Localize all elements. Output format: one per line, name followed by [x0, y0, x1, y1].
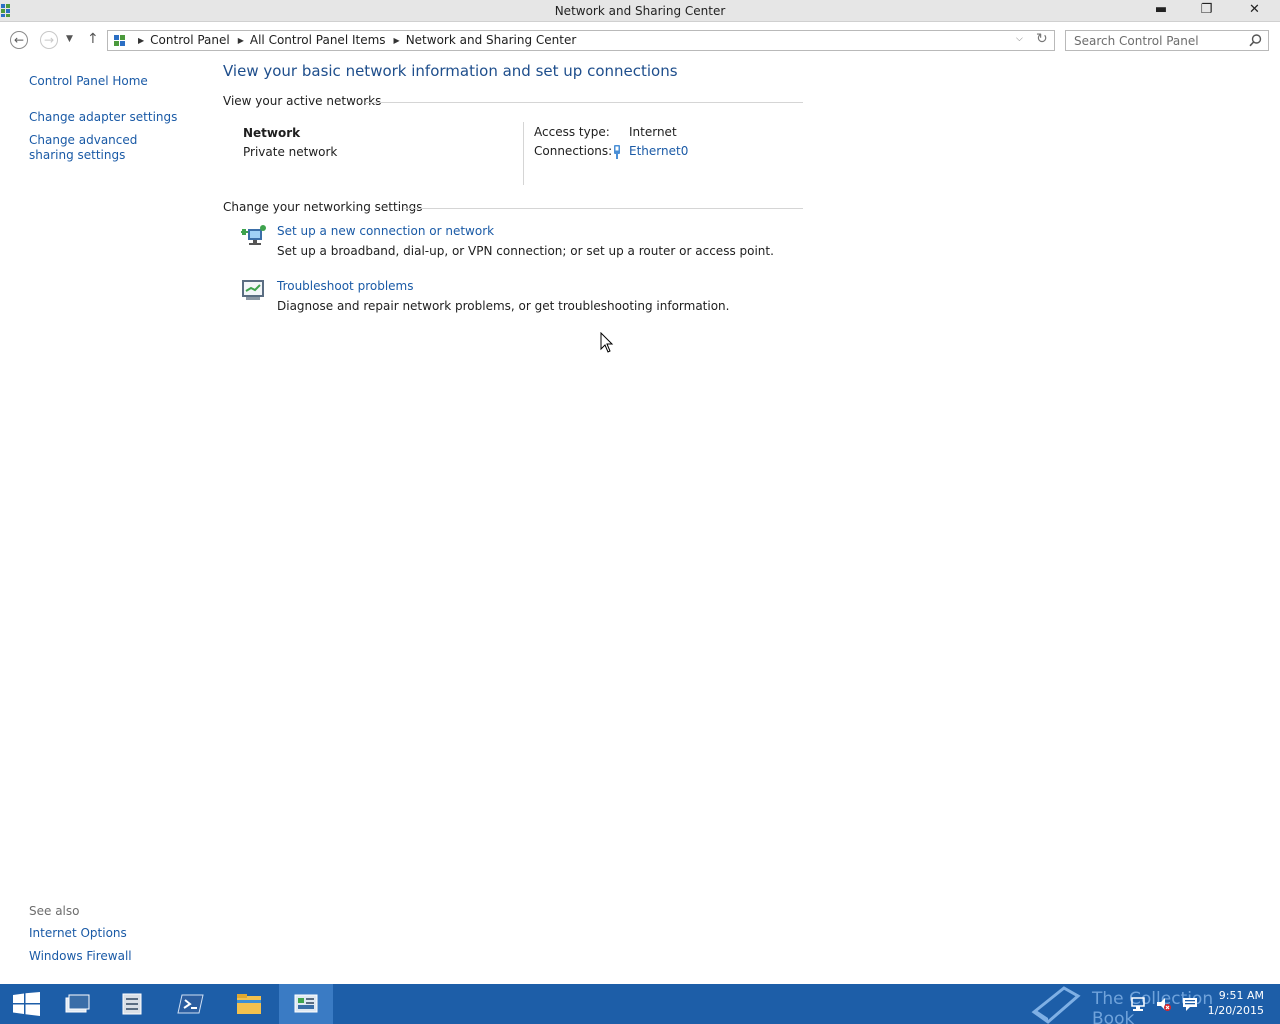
- minimize-button[interactable]: ▬: [1138, 0, 1184, 20]
- task-troubleshoot: Troubleshoot problems Diagnose and repai…: [223, 275, 803, 330]
- speaker-muted-icon[interactable]: [1156, 996, 1172, 1012]
- taskbar-task-view[interactable]: [50, 984, 104, 1024]
- control-panel-home-link[interactable]: Control Panel Home: [29, 74, 199, 89]
- ethernet-icon: [614, 145, 620, 159]
- taskbar-server-manager[interactable]: [106, 984, 160, 1024]
- new-connection-icon: [241, 225, 266, 245]
- address-history-dropdown[interactable]: ⌵: [1016, 34, 1023, 44]
- server-manager-icon: [122, 993, 142, 1015]
- action-center-icon[interactable]: [1182, 996, 1198, 1012]
- clock-date: 1/20/2015: [1207, 1004, 1264, 1017]
- network-icon[interactable]: [1130, 996, 1146, 1012]
- restore-icon: ❐: [1200, 2, 1213, 17]
- clock-time: 9:51 AM: [1218, 989, 1264, 1002]
- folder-icon: [237, 994, 261, 1014]
- internet-options-link[interactable]: Internet Options: [29, 926, 199, 941]
- close-icon: ✕: [1249, 2, 1260, 17]
- left-pane: Control Panel Home Change adapter settin…: [29, 74, 199, 163]
- book-icon: [1031, 986, 1081, 1024]
- main-content: View your basic network information and …: [223, 62, 803, 330]
- access-type-value: Internet: [629, 125, 677, 139]
- system-clock[interactable]: 9:51 AM 1/20/2015: [1208, 988, 1264, 1018]
- breadcrumb-network-sharing[interactable]: Network and Sharing Center: [406, 33, 577, 47]
- chevron-right-icon[interactable]: ▶: [138, 36, 144, 45]
- powershell-icon: [177, 994, 204, 1014]
- windows-firewall-link[interactable]: Windows Firewall: [29, 949, 199, 964]
- windows-logo-icon: [13, 992, 40, 1016]
- search-box: [1065, 30, 1269, 51]
- divider: [365, 102, 803, 103]
- taskbar: The Collection Book 9:51 AM 1/20/2015: [0, 984, 1280, 1024]
- chevron-right-icon[interactable]: ▶: [394, 36, 400, 45]
- network-name: Network: [243, 126, 301, 140]
- see-also-section: See also Internet Options Windows Firewa…: [29, 904, 199, 964]
- networking-settings-label: Change your networking settings: [223, 200, 423, 214]
- see-also-title: See also: [29, 904, 80, 918]
- forward-button[interactable]: →: [40, 31, 58, 49]
- network-type: Private network: [243, 145, 338, 159]
- search-icon[interactable]: [1249, 34, 1262, 47]
- troubleshoot-problems-link[interactable]: Troubleshoot problems: [277, 279, 413, 293]
- control-panel-icon: [114, 35, 125, 46]
- connections-label: Connections:: [534, 144, 613, 158]
- chevron-down-icon: ▼: [66, 34, 73, 44]
- mouse-cursor-icon: [600, 332, 614, 353]
- chevron-right-icon[interactable]: ▶: [238, 36, 244, 45]
- address-bar[interactable]: ▶ Control Panel ▶ All Control Panel Item…: [107, 30, 1055, 51]
- control-panel-icon: [294, 994, 318, 1013]
- breadcrumb: ▶ Control Panel ▶ All Control Panel Item…: [134, 33, 576, 47]
- page-title: View your basic network information and …: [223, 62, 678, 80]
- troubleshoot-icon: [242, 280, 264, 300]
- active-networks-heading: View your active networks: [223, 94, 803, 110]
- task-new-connection: Set up a new connection or network Set u…: [223, 220, 803, 275]
- restore-button[interactable]: ❐: [1184, 0, 1229, 20]
- window-title: Network and Sharing Center: [554, 4, 726, 18]
- arrow-right-icon: →: [43, 33, 55, 47]
- arrow-up-icon: ↑: [87, 31, 99, 47]
- close-button[interactable]: ✕: [1229, 0, 1280, 20]
- title-bar: Network and Sharing Center ▬ ❐ ✕: [0, 0, 1280, 22]
- refresh-icon: ↻: [1036, 31, 1048, 47]
- taskbar-powershell[interactable]: [164, 984, 218, 1024]
- networking-settings-heading: Change your networking settings: [223, 200, 803, 216]
- ethernet0-link[interactable]: Ethernet0: [629, 144, 688, 158]
- up-button[interactable]: ↑: [87, 31, 99, 47]
- active-networks-label: View your active networks: [223, 94, 382, 108]
- back-button[interactable]: ←: [10, 31, 28, 49]
- search-input[interactable]: [1066, 31, 1236, 50]
- windows-icon: [65, 994, 90, 1013]
- breadcrumb-control-panel[interactable]: Control Panel: [150, 33, 230, 47]
- taskbar-file-explorer[interactable]: [222, 984, 276, 1024]
- active-network-panel: Network Private network Access type: Int…: [223, 122, 803, 202]
- change-advanced-sharing-link[interactable]: Change advanced sharing settings: [29, 133, 179, 163]
- setup-connection-description: Set up a broadband, dial-up, or VPN conn…: [277, 244, 774, 258]
- taskbar-control-panel[interactable]: [279, 984, 333, 1024]
- breadcrumb-all-items[interactable]: All Control Panel Items: [250, 33, 386, 47]
- troubleshoot-description: Diagnose and repair network problems, or…: [277, 299, 730, 313]
- chevron-down-icon: ⌵: [1016, 34, 1023, 44]
- access-type-label: Access type:: [534, 125, 610, 139]
- start-button[interactable]: [0, 984, 54, 1024]
- arrow-left-icon: ←: [13, 33, 25, 47]
- setup-connection-link[interactable]: Set up a new connection or network: [277, 224, 494, 238]
- navigation-bar: ← → ▼ ↑ ▶ Control Panel ▶ All Control Pa…: [0, 28, 1280, 54]
- divider: [403, 208, 803, 209]
- refresh-button[interactable]: ↻: [1036, 31, 1048, 47]
- recent-locations-dropdown[interactable]: ▼: [66, 34, 73, 44]
- change-adapter-settings-link[interactable]: Change adapter settings: [29, 110, 199, 125]
- minimize-icon: ▬: [1154, 2, 1168, 17]
- divider: [523, 122, 524, 185]
